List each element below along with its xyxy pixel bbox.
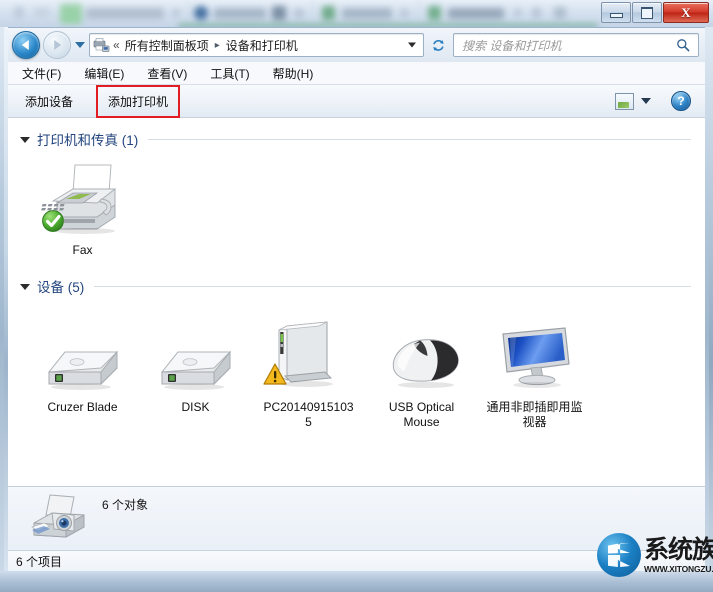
window-border-right-outer xyxy=(709,27,713,588)
window-border-bottom xyxy=(0,571,713,592)
add-device-button[interactable]: 添加设备 xyxy=(16,88,82,115)
chevron-down-icon[interactable] xyxy=(641,98,651,104)
view-options-icon xyxy=(615,92,634,110)
list-item[interactable]: DISK xyxy=(139,314,252,415)
devices-and-printers-icon xyxy=(93,37,110,53)
status-item-count: 6 个项目 xyxy=(16,554,63,569)
list-item[interactable]: USB Optical Mouse xyxy=(365,314,478,430)
group-divider xyxy=(148,138,691,140)
menu-item-file[interactable]: 文件(F) xyxy=(20,63,63,84)
usb-drive-icon xyxy=(35,318,131,394)
list-item-label: Cruzer Blade xyxy=(47,400,118,414)
details-pane: 6 个对象 xyxy=(8,486,705,550)
list-item[interactable]: PC201409151035 xyxy=(252,314,365,430)
maximize-icon xyxy=(641,6,653,19)
list-item-label: Fax xyxy=(72,243,93,257)
address-dropdown-icon[interactable] xyxy=(408,42,416,48)
window-root: X « 所有控制面板项 ▸ 设备和打印机 搜索 设备和打印机 文件(F) 编辑(… xyxy=(0,0,713,592)
search-input[interactable]: 搜索 设备和打印机 xyxy=(462,37,561,54)
list-item[interactable]: Fax xyxy=(26,157,139,258)
maximize-button[interactable] xyxy=(632,2,662,23)
forward-button[interactable] xyxy=(43,31,71,59)
list-item-label: PC201409151035 xyxy=(263,400,354,429)
window-controls: X xyxy=(600,2,709,23)
group-header-printers[interactable]: 打印机和传真 (1) xyxy=(8,129,705,149)
menu-item-view[interactable]: 查看(V) xyxy=(145,63,189,84)
forward-arrow-icon xyxy=(54,40,62,50)
menu-item-tools[interactable]: 工具(T) xyxy=(208,63,251,84)
list-item-label: 通用非即插即用监视器 xyxy=(486,400,583,429)
menu-bar: 文件(F) 编辑(E) 查看(V) 工具(T) 帮助(H) xyxy=(8,62,705,85)
list-item-label: DISK xyxy=(181,400,210,414)
command-toolbar: 添加设备 添加打印机 ? xyxy=(8,84,705,118)
fax-printer-icon xyxy=(35,161,131,237)
list-item-label: USB Optical Mouse xyxy=(388,400,455,429)
menu-item-edit[interactable]: 编辑(E) xyxy=(82,63,126,84)
collapse-caret-icon[interactable] xyxy=(20,284,30,290)
breadcrumb-separator-icon[interactable]: ▸ xyxy=(215,40,220,51)
multifunction-device-icon xyxy=(30,493,92,545)
back-button[interactable] xyxy=(12,31,40,59)
address-bar-row: « 所有控制面板项 ▸ 设备和打印机 搜索 设备和打印机 xyxy=(8,28,705,62)
group-divider xyxy=(94,285,691,287)
close-button[interactable]: X xyxy=(663,2,709,23)
tile-row-devices: Cruzer Blade DISK PC201409151035 USB Opt… xyxy=(8,314,705,430)
monitor-icon xyxy=(487,318,583,394)
details-object-count: 6 个对象 xyxy=(102,498,149,512)
add-printer-button[interactable]: 添加打印机 xyxy=(96,84,181,118)
minimize-button[interactable] xyxy=(601,2,631,23)
refresh-button[interactable] xyxy=(427,34,449,56)
view-options-button[interactable] xyxy=(615,92,651,110)
breadcrumb-item-all-control-panel[interactable]: 所有控制面板项 xyxy=(125,37,209,54)
refresh-icon xyxy=(432,39,444,51)
minimize-icon xyxy=(609,13,623,18)
help-button[interactable]: ? xyxy=(671,91,691,111)
search-icon[interactable] xyxy=(676,38,690,52)
group-header-devices[interactable]: 设备 (5) xyxy=(8,276,705,296)
close-icon: X xyxy=(681,5,691,20)
tile-row-printers: Fax xyxy=(8,157,705,258)
content-area: 打印机和传真 (1) Fax 设备 (5) Cruzer Blade DISK … xyxy=(8,118,705,486)
breadcrumb-overflow-chevron[interactable]: « xyxy=(113,38,120,52)
breadcrumb-item-devices-and-printers[interactable]: 设备和打印机 xyxy=(226,37,298,54)
usb-drive-icon xyxy=(148,318,244,394)
list-item[interactable]: 通用非即插即用监视器 xyxy=(478,314,591,430)
collapse-caret-icon[interactable] xyxy=(20,137,30,143)
status-bar: 6 个项目 xyxy=(8,550,705,571)
list-item[interactable]: Cruzer Blade xyxy=(26,314,139,415)
recent-pages-dropdown[interactable] xyxy=(75,42,85,48)
window-titlebar: X xyxy=(0,0,713,28)
menu-item-help[interactable]: 帮助(H) xyxy=(271,63,316,84)
address-bar[interactable]: « 所有控制面板项 ▸ 设备和打印机 xyxy=(89,33,424,57)
mouse-icon xyxy=(374,318,470,394)
group-title-devices: 设备 (5) xyxy=(37,280,85,295)
search-box[interactable]: 搜索 设备和打印机 xyxy=(453,33,699,57)
group-title-printers: 打印机和传真 (1) xyxy=(37,133,139,148)
back-arrow-icon xyxy=(21,40,29,50)
computer-icon xyxy=(261,318,357,394)
